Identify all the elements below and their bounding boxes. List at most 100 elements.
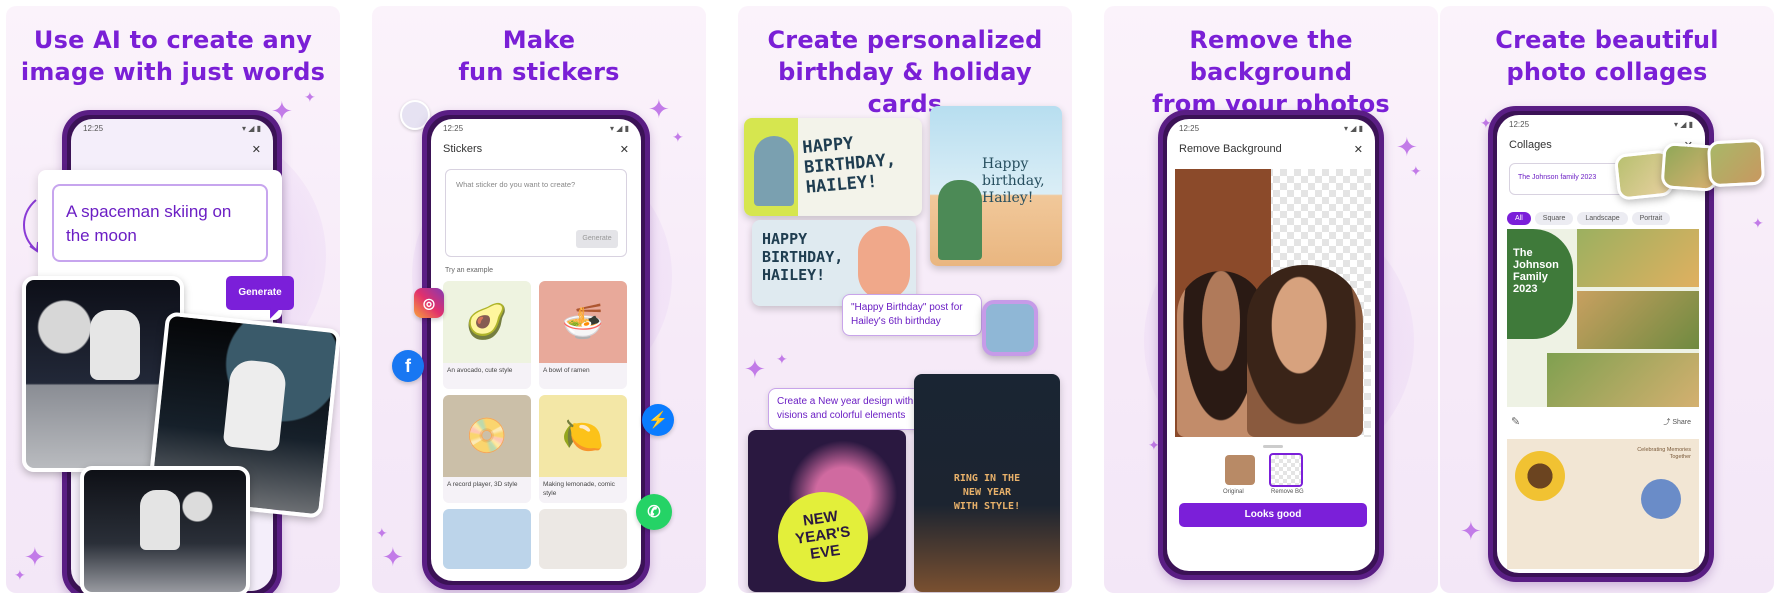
family-photo [1577,229,1699,287]
sparkle-icon: ✦ [1396,132,1418,162]
card-headline: Happy birthday, Hailey! [982,156,1045,206]
record-player-sticker-icon: 📀 [443,395,531,477]
lemonade-sticker-icon: 🍋 [539,395,627,477]
family-photo [938,180,982,260]
birthday-card-1[interactable]: HAPPY BIRTHDAY, HAILEY! [744,118,922,216]
sparkle-icon: ✦ [672,129,684,145]
family-photo [1577,291,1699,349]
card-headline: RING IN THE NEW YEAR WITH STYLE! [953,473,1021,512]
messenger-icon: ⚡ [642,404,674,436]
panel-stickers: Make fun stickers ✦ ✦ ✦ ✦ 12:25 ▾ ◢ ▮ Sti… [372,6,706,593]
input-value: The Johnson family 2023 [1518,174,1597,181]
thumb-original[interactable] [1225,455,1255,485]
status-bar: 12:25 ▾ ◢ ▮ [1179,124,1363,133]
sparkle-icon: ✦ [304,89,316,105]
prompt-input[interactable]: A spaceman skiing on the moon [52,184,268,262]
chip-landscape[interactable]: Landscape [1577,212,1628,225]
sticker-tile[interactable] [443,509,531,569]
sticker-tile[interactable]: 📀 A record player, 3D style [443,395,531,503]
panel-title: Remove the background from your photos [1152,26,1390,118]
sparkle-icon: ✦ [776,351,788,367]
sparkle-icon: ✦ [1460,516,1482,546]
sticker-tile[interactable] [539,509,627,569]
panel-cards: Create personalized birthday & holiday c… [738,6,1072,593]
sparkle-icon: ✦ [14,567,26,583]
phone-screen: 12:25 ▾ ◢ ▮ Stickers ✕ What sticker do yo… [431,119,641,581]
sparkle-icon: ✦ [744,354,766,384]
instagram-icon: ◎ [414,288,444,318]
status-bar: 12:25 ▾ ◢ ▮ [443,124,629,133]
sparkle-icon: ✦ [648,94,670,124]
floating-photo [1706,138,1766,188]
card-headline: HAPPY BIRTHDAY, HAILEY! [762,230,844,284]
family-photo [858,226,910,300]
prompt-bubble: "Happy Birthday" post for Hailey's 6th b… [842,294,982,336]
close-icon[interactable]: ✕ [620,143,629,156]
sparkle-icon: ✦ [1752,215,1764,231]
new-year-card-1[interactable]: NEW YEAR'S EVE [748,430,906,592]
thumbnail-photo [982,300,1038,356]
examples-label: Try an example [445,267,493,274]
blue-flower-icon [1641,479,1681,519]
generate-button[interactable]: Generate [226,276,294,310]
panel-title: Make fun stickers [458,26,620,86]
whatsapp-icon: ✆ [636,494,672,530]
sparkle-icon: ✦ [382,542,404,572]
ramen-sticker-icon: 🍜 [539,281,627,363]
sticker-tile[interactable]: 🥑 An avocado, cute style [443,281,531,389]
status-bar: 12:25 ▾ ◢ ▮ [1509,120,1693,129]
collage-title-block: The Johnson Family 2023 [1507,229,1573,339]
screen-title: Collages [1509,139,1552,151]
prompt-bubble: Create a New year design with visions an… [768,388,926,430]
collage-result-2[interactable]: Celebrating Memories Together [1507,439,1699,569]
collage-result[interactable]: The Johnson Family 2023 [1507,229,1699,407]
family-photo [1547,353,1699,407]
card-headline: NEW YEAR'S EVE [772,486,874,588]
generate-button[interactable]: Generate [576,230,618,248]
phone-mockup: 12:25 ▾ ◢ ▮ Stickers ✕ What sticker do yo… [422,110,650,590]
drag-handle[interactable] [1263,445,1283,448]
status-bar: 12:25 ▾ ◢ ▮ [83,124,261,133]
input-placeholder: What sticker do you want to create? [456,180,576,189]
looks-good-button[interactable]: Looks good [1179,503,1367,527]
sparkle-icon: ✦ [24,542,46,572]
astronaut-image-3 [80,466,250,593]
thumb-remove-bg[interactable] [1269,453,1303,487]
card-headline: HAPPY BIRTHDAY, HAILEY! [801,133,897,198]
new-year-card-2[interactable]: RING IN THE NEW YEAR WITH STYLE! [914,374,1060,592]
child-photo [754,136,794,206]
phone-mockup: 12:25 ▾ ◢ ▮ Remove Background ✕ Original … [1158,110,1384,580]
floating-photo-stack [1613,138,1766,201]
filter-chips: All Square Landscape Portrait [1507,207,1674,225]
panel-remove-background: Remove the background from your photos ✦… [1104,6,1438,593]
sticker-prompt-input[interactable]: What sticker do you want to create? Gene… [445,169,627,257]
chip-portrait[interactable]: Portrait [1631,212,1671,225]
sparkle-icon: ✦ [376,525,388,541]
cursor-icon: ◤ [270,304,281,320]
sparkle-icon: ✦ [1410,163,1422,179]
prompt-text: A spaceman skiing on the moon [66,202,232,245]
thumb-label-original: Original [1223,489,1244,495]
close-icon[interactable]: ✕ [252,143,261,156]
panel-collages: Create beautiful photo collages ✦ ✦ ✦ ✦ … [1440,6,1774,593]
photo-canvas [1175,169,1371,437]
share-button[interactable]: ⤴ Share [1663,417,1691,427]
panel-title: Use AI to create any image with just wor… [20,26,326,86]
screen-title: Stickers [443,143,483,155]
phone-screen: 12:25 ▾ ◢ ▮ Remove Background ✕ Original … [1167,119,1375,571]
facebook-icon: f [392,350,424,382]
screen-title: Remove Background [1179,143,1282,155]
panel-text-to-image: Use AI to create any image with just wor… [6,6,340,593]
chip-all[interactable]: All [1507,212,1531,225]
sticker-tile[interactable]: 🍜 A bowl of ramen [539,281,627,389]
birthday-card-2[interactable]: Happy birthday, Hailey! [930,106,1062,266]
avocado-sticker-icon: 🥑 [443,281,531,363]
sunflower-icon [1515,451,1565,501]
chip-square[interactable]: Square [1534,212,1574,225]
close-icon[interactable]: ✕ [1354,143,1363,156]
sticker-tile[interactable]: 🍋 Making lemonade, comic style [539,395,627,503]
edit-icon[interactable]: ✎ [1511,415,1520,428]
panel-title: Create beautiful photo collages [1495,26,1719,86]
thumb-label-remove-bg: Remove BG [1271,489,1304,495]
person-right [1247,265,1363,437]
